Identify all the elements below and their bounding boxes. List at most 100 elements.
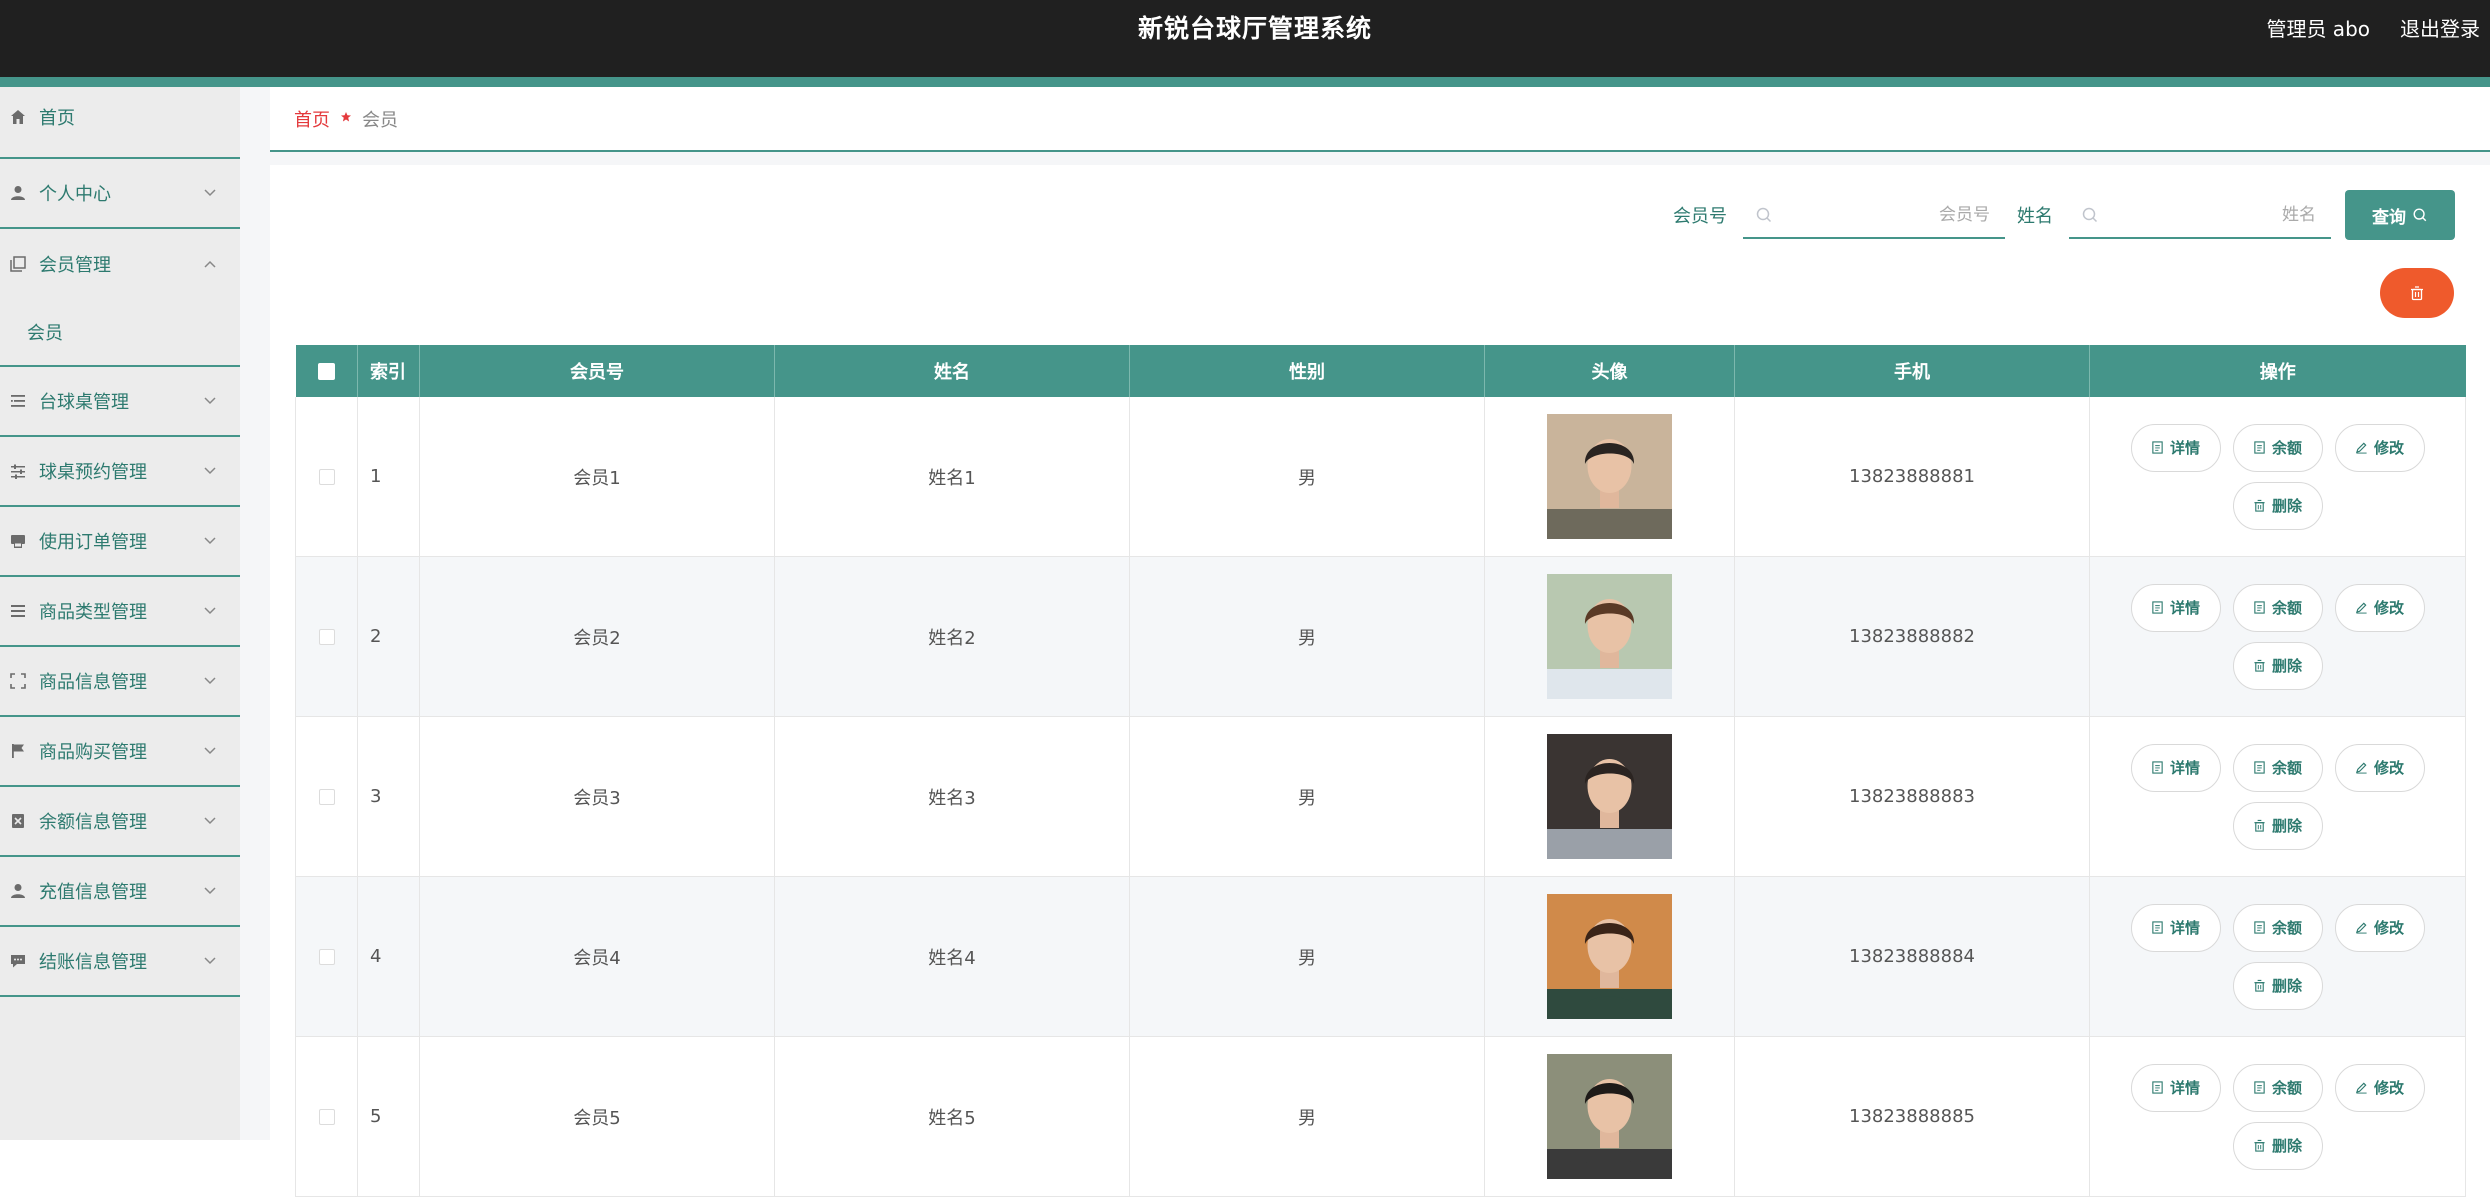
select-all-checkbox[interactable] (317, 363, 335, 380)
row-checkbox[interactable] (318, 949, 335, 965)
bulk-delete-button[interactable] (2380, 268, 2454, 318)
delete-button[interactable]: 删除 (2232, 1121, 2323, 1170)
cell-name: 姓名5 (774, 1036, 1130, 1197)
delete-button[interactable]: 删除 (2232, 801, 2323, 850)
balance-button[interactable]: 余额 (2232, 1063, 2323, 1112)
cell-index: 5 (357, 1036, 420, 1197)
balance-button[interactable]: 余额 (2232, 423, 2323, 472)
detail-button[interactable]: 详情 (2130, 1063, 2221, 1112)
cell-avatar (1484, 876, 1735, 1037)
cell-index: 4 (357, 876, 420, 1037)
sidebar-item-product-types[interactable]: 商品类型管理 (0, 577, 240, 647)
menu-icon (7, 600, 29, 622)
cell-actions: 详情 余额 修改 删除 (2089, 1036, 2466, 1197)
sidebar-item-recharge-info[interactable]: 充值信息管理 (0, 857, 240, 927)
edit-icon (2355, 602, 2367, 614)
sidebar-item-usage-orders[interactable]: 使用订单管理 (0, 507, 240, 577)
sidebar-item-product-info[interactable]: 商品信息管理 (0, 647, 240, 717)
document-icon (2152, 601, 2163, 614)
detail-button[interactable]: 详情 (2130, 743, 2221, 792)
breadcrumb-current: 会员 (362, 109, 398, 131)
detail-label: 详情 (2169, 1079, 2200, 1097)
edit-icon (2355, 762, 2367, 774)
cell-index: 2 (357, 556, 420, 717)
balance-button[interactable]: 余额 (2232, 743, 2323, 792)
delete-label: 删除 (2271, 817, 2302, 835)
member-no-search-box (1743, 191, 2005, 239)
member-no-input[interactable] (1783, 191, 1992, 239)
edit-button[interactable]: 修改 (2334, 1063, 2425, 1112)
logout-link[interactable]: 退出登录 (2400, 13, 2480, 42)
edit-icon (2355, 1082, 2367, 1094)
document-icon (2152, 921, 2163, 934)
row-checkbox[interactable] (318, 1109, 335, 1125)
sidebar-subitem-member[interactable]: 会员 (0, 299, 240, 367)
sidebar-item-member-management[interactable]: 会员管理 (0, 229, 240, 299)
detail-button[interactable]: 详情 (2130, 423, 2221, 472)
breadcrumb: 首页 会员 (270, 87, 2490, 152)
delete-button[interactable]: 删除 (2232, 961, 2323, 1010)
edit-button[interactable]: 修改 (2334, 583, 2425, 632)
chevron-down-icon (202, 463, 218, 479)
sidebar-item-label: 商品类型管理 (39, 602, 147, 623)
table-header-row: 索引 会员号 姓名 性别 头像 手机 操作 (295, 345, 2466, 397)
table-row: 1 会员1 姓名1 男 13823888881 详情 余额 修改 删除 (295, 397, 2466, 557)
delete-label: 删除 (2271, 657, 2302, 675)
detail-button[interactable]: 详情 (2130, 583, 2221, 632)
search-icon (2082, 207, 2098, 223)
sidebar-item-label: 充值信息管理 (39, 882, 147, 903)
sidebar-item-personal-center[interactable]: 个人中心 (0, 159, 240, 229)
chevron-up-icon (202, 256, 218, 272)
cell-phone: 13823888885 (1734, 1036, 2090, 1197)
edit-button[interactable]: 修改 (2334, 423, 2425, 472)
sidebar-item-checkout-info[interactable]: 结账信息管理 (0, 927, 240, 997)
query-button[interactable]: 查询 (2345, 190, 2455, 240)
sidebar-item-product-purchase[interactable]: 商品购买管理 (0, 717, 240, 787)
chevron-down-icon (202, 603, 218, 619)
header-accent-bar (0, 77, 2490, 87)
fullscreen-icon (7, 670, 29, 692)
balance-button[interactable]: 余额 (2232, 583, 2323, 632)
user-icon (7, 880, 29, 902)
trash-icon (2254, 979, 2265, 992)
sidebar-item-label: 个人中心 (39, 184, 111, 205)
sidebar-item-table-reservation[interactable]: 球桌预约管理 (0, 437, 240, 507)
delete-label: 删除 (2271, 1137, 2302, 1155)
user-icon (7, 182, 29, 204)
document-icon (2152, 441, 2163, 454)
document-icon (2254, 441, 2265, 454)
trash-icon (2254, 499, 2265, 512)
header-name: 姓名 (774, 345, 1130, 397)
breadcrumb-home[interactable]: 首页 (294, 106, 330, 132)
cell-avatar (1484, 1036, 1735, 1197)
flag-icon (7, 740, 29, 762)
sidebar-item-balance-info[interactable]: 余额信息管理 (0, 787, 240, 857)
header-gender: 性别 (1129, 345, 1485, 397)
detail-button[interactable]: 详情 (2130, 903, 2221, 952)
balance-button[interactable]: 余额 (2232, 903, 2323, 952)
sidebar-item-home[interactable]: 首页 (0, 87, 240, 147)
edit-button[interactable]: 修改 (2334, 743, 2425, 792)
edit-label: 修改 (2373, 759, 2404, 777)
chevron-down-icon (202, 533, 218, 549)
copy-icon (7, 253, 29, 275)
row-checkbox[interactable] (318, 469, 335, 485)
cell-name: 姓名4 (774, 876, 1130, 1037)
row-checkbox[interactable] (318, 629, 335, 645)
row-checkbox[interactable] (318, 789, 335, 805)
cell-name: 姓名3 (774, 716, 1130, 877)
header-phone: 手机 (1734, 345, 2090, 397)
cell-member-no: 会员1 (419, 397, 775, 557)
document-icon (2152, 761, 2163, 774)
delete-button[interactable]: 删除 (2232, 481, 2323, 530)
delete-button[interactable]: 删除 (2232, 641, 2323, 690)
avatar (1547, 734, 1672, 859)
edit-button[interactable]: 修改 (2334, 903, 2425, 952)
table-row: 4 会员4 姓名4 男 13823888884 详情 余额 修改 删除 (295, 876, 2466, 1037)
cell-gender: 男 (1129, 397, 1485, 557)
printer-icon (7, 530, 29, 552)
name-input[interactable] (2109, 191, 2318, 239)
current-user-label: 管理员 abo (2266, 16, 2370, 41)
detail-label: 详情 (2169, 759, 2200, 777)
sidebar-item-table-management[interactable]: 台球桌管理 (0, 367, 240, 437)
